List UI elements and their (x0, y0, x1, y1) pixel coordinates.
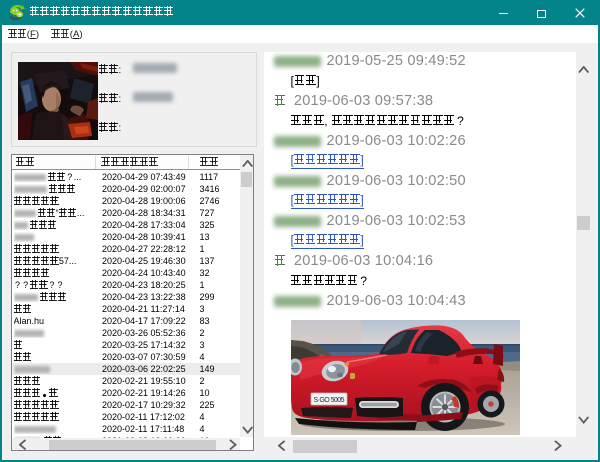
svg-text:S·GO 5005: S·GO 5005 (314, 397, 345, 404)
